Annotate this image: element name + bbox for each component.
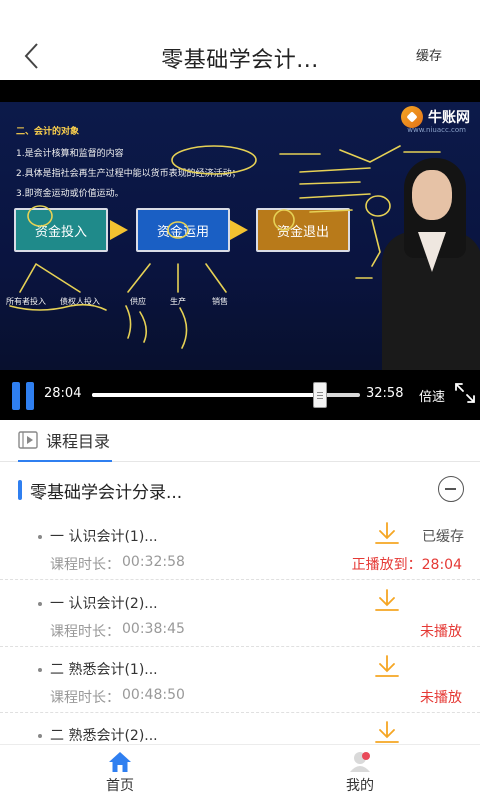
speed-button[interactable]: 倍速 — [419, 386, 445, 405]
duration-label: 课程时长： — [50, 624, 120, 640]
content-tabbar: 课程目录 — [0, 420, 480, 462]
download-icon[interactable] — [374, 587, 400, 613]
lesson-name: 一 认识会计(1)... — [50, 529, 158, 545]
duration-value: 00:48:50 — [122, 687, 185, 703]
download-icon[interactable] — [374, 653, 400, 679]
tab-course-catalog[interactable]: 课程目录 — [18, 420, 113, 462]
collapse-icon[interactable] — [438, 476, 464, 502]
progress-bar[interactable] — [92, 382, 360, 408]
tab-label: 课程目录 — [46, 432, 111, 451]
catalog-icon — [18, 431, 38, 449]
pause-button[interactable] — [12, 382, 36, 410]
home-icon — [109, 752, 131, 772]
bullet-icon — [38, 602, 42, 606]
duration-label: 课程时长： — [50, 690, 120, 706]
player-controls: 28:04 32:58 倍速 — [0, 370, 480, 420]
nav-home[interactable]: 首页 — [0, 747, 240, 800]
nav-mine[interactable]: 我的 — [240, 747, 480, 800]
bullet-icon — [38, 535, 42, 539]
progress-thumb[interactable] — [313, 382, 328, 408]
lesson-item[interactable]: 二 熟悉会计(1)... 课程时长： 00:48:50 未播放 — [0, 647, 480, 713]
download-icon[interactable] — [374, 719, 400, 745]
bullet-icon — [38, 734, 42, 738]
nav-home-label: 首页 — [106, 778, 134, 794]
lesson-name: 二 熟悉会计(1)... — [50, 662, 158, 678]
play-status: 未播放 — [420, 690, 462, 706]
chapter-title: 零基础学会计分录... — [30, 483, 183, 503]
nav-mine-label: 我的 — [346, 778, 374, 794]
duration-value: 00:38:45 — [122, 621, 185, 637]
cache-button[interactable]: 缓存 — [416, 45, 442, 64]
video-frame[interactable]: 牛账网 www.niuacc.com 二、会计的对象 1.是会计核算和监督的内容… — [0, 102, 480, 370]
chapter-header: 零基础学会计分录... — [0, 470, 480, 510]
bullet-icon — [38, 668, 42, 672]
download-icon[interactable] — [374, 520, 400, 546]
cache-status: 已缓存 — [422, 529, 464, 545]
pause-icon — [12, 382, 20, 410]
fullscreen-icon — [455, 383, 475, 403]
page-title: 零基础学会计... — [161, 48, 319, 73]
video-player[interactable]: 牛账网 www.niuacc.com 二、会计的对象 1.是会计核算和监督的内容… — [0, 80, 480, 420]
lesson-name: 二 熟悉会计(2)... — [50, 728, 158, 744]
total-time: 32:58 — [366, 386, 404, 401]
duration-label: 课程时长： — [50, 557, 120, 573]
user-icon — [350, 752, 370, 772]
lesson-item[interactable]: 一 认识会计(2)... 课程时长： 00:38:45 未播放 — [0, 581, 480, 647]
lesson-name: 一 认识会计(2)... — [50, 596, 158, 612]
progress-fill — [92, 393, 321, 397]
presenter-image — [368, 140, 480, 370]
section-accent-bar — [18, 480, 22, 500]
current-time: 28:04 — [44, 386, 82, 401]
fullscreen-button[interactable] — [454, 382, 476, 404]
duration-value: 00:32:58 — [122, 554, 185, 570]
bottom-navigation: 首页 我的 — [0, 744, 480, 800]
top-bar: 零基础学会计... 缓存 — [0, 0, 480, 80]
lesson-item[interactable]: 一 认识会计(1)... 课程时长： 00:32:58 已缓存 正播放到：28:… — [0, 514, 480, 580]
play-status: 正播放到：28:04 — [351, 557, 462, 573]
play-status: 未播放 — [420, 624, 462, 640]
